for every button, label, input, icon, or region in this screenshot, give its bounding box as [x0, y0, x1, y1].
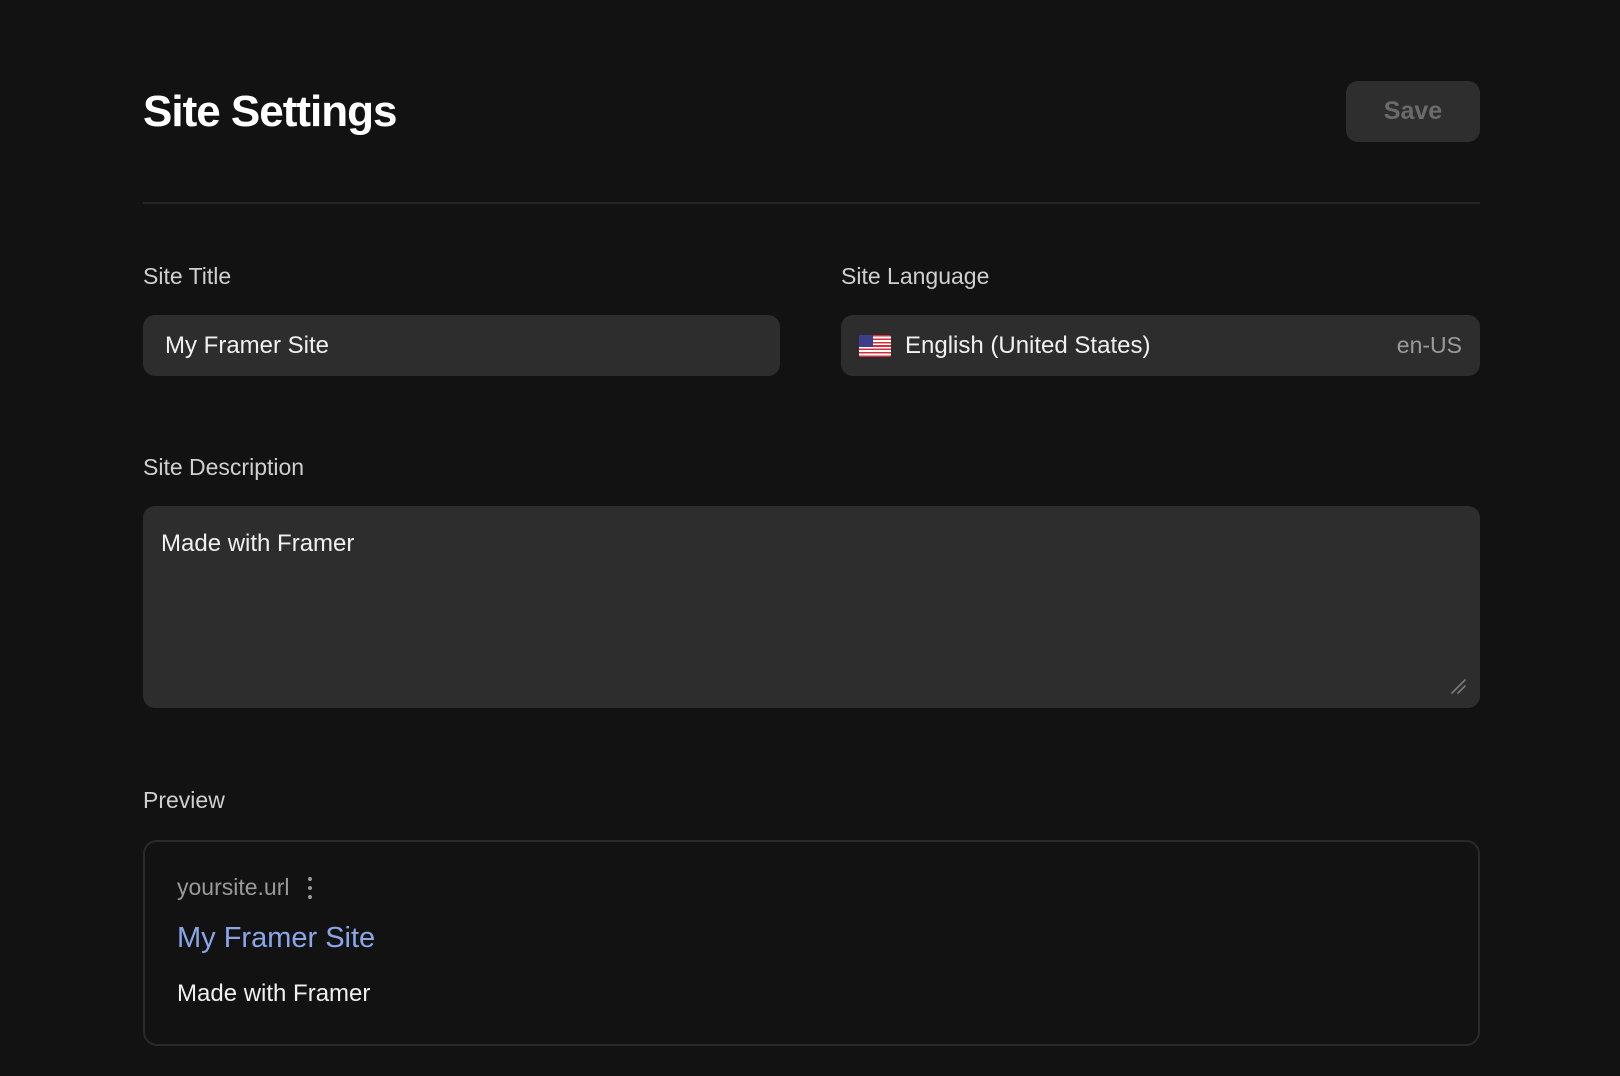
preview-title: My Framer Site [177, 922, 376, 954]
language-code: en-US [1396, 332, 1462, 358]
page-title: Site Settings [143, 87, 397, 136]
preview-description: Made with Framer [177, 980, 371, 1007]
preview-url-row: yoursite.url [177, 874, 313, 901]
preview-url: yoursite.url [177, 874, 290, 900]
site-title-input[interactable]: My Framer Site [143, 315, 780, 376]
site-description-textarea[interactable]: Made with Framer [143, 506, 1480, 708]
language-name: English (United States) [905, 331, 1151, 359]
page-header: Site Settings Save [143, 80, 1480, 142]
site-title-value: My Framer Site [165, 331, 330, 359]
site-settings-page: Site Settings Save Site Title My Framer … [0, 0, 1620, 1076]
site-title-label: Site Title [143, 263, 232, 289]
site-description-label: Site Description [143, 454, 305, 480]
preview-label: Preview [143, 787, 225, 813]
resize-handle-icon[interactable] [1450, 678, 1466, 694]
site-language-select[interactable]: English (United States) en-US [841, 315, 1480, 376]
header-divider [143, 202, 1480, 204]
us-flag-icon [859, 334, 891, 357]
preview-card: yoursite.url My Framer Site Made with Fr… [143, 840, 1480, 1046]
site-language-label: Site Language [841, 263, 990, 289]
more-vertical-icon [307, 876, 313, 899]
site-description-value: Made with Framer [161, 530, 355, 557]
save-button[interactable]: Save [1346, 81, 1480, 142]
